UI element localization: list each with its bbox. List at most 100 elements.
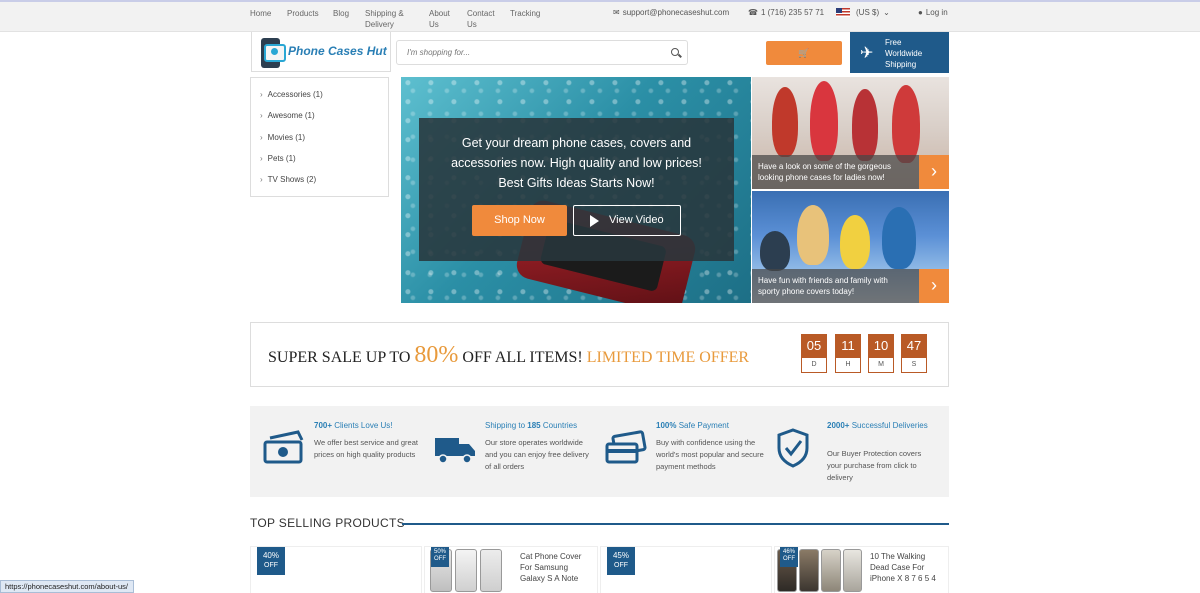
feature-title-text: Safe Payment bbox=[676, 421, 729, 430]
countdown-hours: 11 H bbox=[835, 334, 861, 373]
free-shipping-badge: ✈ Free Worldwide Shipping bbox=[850, 32, 949, 73]
money-stack-icon bbox=[263, 430, 304, 464]
hero-text: Get your dream phone cases, covers and a… bbox=[429, 133, 724, 193]
sale-headline: SUPER SALE UP TO 80% OFF ALL ITEMS! LIMI… bbox=[268, 342, 749, 369]
product-thumbnail bbox=[480, 549, 502, 592]
feature-title: 2000+ Successful Deliveries bbox=[827, 420, 942, 431]
product-card[interactable]: 50% OFF Cat Phone Cover For Samsung Gala… bbox=[424, 546, 598, 593]
logo-text: Phone Cases Hut bbox=[288, 44, 387, 58]
category-movies[interactable]: › Movies (1) bbox=[260, 133, 305, 142]
product-name-line: Cat Phone Cover bbox=[520, 552, 582, 561]
shipping-line-2: Worldwide bbox=[885, 49, 923, 58]
countdown-value: 47 bbox=[901, 334, 927, 358]
discount-off: OFF bbox=[434, 556, 446, 562]
heading-divider bbox=[402, 523, 949, 525]
countdown-seconds: 47 S bbox=[901, 334, 927, 373]
promo-caption-line-1: Have fun with friends and family with bbox=[758, 276, 888, 285]
discount-value: 50% bbox=[433, 549, 446, 555]
nav-about-us-link[interactable]: About Us bbox=[429, 8, 455, 30]
category-accessories[interactable]: › Accessories (1) bbox=[260, 90, 323, 99]
promo-caption-line-2: sporty phone covers today! bbox=[758, 287, 855, 296]
product-thumbnail bbox=[799, 549, 819, 592]
hero-overlay: Get your dream phone cases, covers and a… bbox=[419, 118, 734, 261]
contact-email[interactable]: ✉ support@phonecaseshut.com bbox=[613, 8, 729, 17]
sale-middle: OFF ALL ITEMS! bbox=[458, 349, 587, 366]
category-awesome[interactable]: › Awesome (1) bbox=[260, 111, 315, 120]
promo-sporty-covers[interactable]: Have fun with friends and family with sp… bbox=[752, 191, 949, 303]
product-thumbnail bbox=[843, 549, 862, 592]
nav-shipping-delivery-link[interactable]: Shipping & Delivery bbox=[365, 8, 405, 30]
countdown-value: 10 bbox=[868, 334, 894, 358]
credit-cards-icon bbox=[605, 430, 647, 464]
feature-title-prefix: Shipping to bbox=[485, 421, 528, 430]
discount-off: OFF bbox=[614, 562, 628, 569]
discount-badge: 50% OFF bbox=[431, 547, 449, 567]
promo-caption-line-2: looking phone cases for ladies now! bbox=[758, 173, 885, 182]
product-name-line: For Samsung bbox=[520, 563, 569, 572]
chevron-right-icon: › bbox=[260, 175, 263, 184]
nav-products-link[interactable]: Products bbox=[287, 8, 319, 19]
countdown-label: H bbox=[835, 358, 861, 373]
nav-home-link[interactable]: Home bbox=[250, 8, 271, 19]
feature-title-text: Clients Love Us! bbox=[332, 421, 393, 430]
login-link[interactable]: ● Log in bbox=[918, 8, 948, 17]
envelope-icon: ✉ bbox=[613, 8, 620, 17]
airplane-icon: ✈ bbox=[860, 45, 874, 62]
promo-caption-line-1: Have a look on some of the gorgeous bbox=[758, 162, 891, 171]
delivery-truck-icon bbox=[435, 438, 475, 464]
product-name[interactable]: 10 The Walking Dead Case For iPhone X 8 … bbox=[870, 551, 948, 584]
countdown-label: S bbox=[901, 358, 927, 373]
discount-value: 46% bbox=[782, 549, 795, 555]
user-icon: ● bbox=[918, 8, 923, 17]
product-name[interactable]: Cat Phone Cover For Samsung Galaxy S A N… bbox=[520, 551, 595, 584]
search-icon[interactable] bbox=[671, 48, 679, 56]
category-tv-shows[interactable]: › TV Shows (2) bbox=[260, 175, 316, 184]
product-card[interactable]: 45% OFF bbox=[600, 546, 772, 593]
feature-title-text: Countries bbox=[540, 421, 578, 430]
countdown-value: 05 bbox=[801, 334, 827, 358]
promo-ladies-cases[interactable]: Have a look on some of the gorgeous look… bbox=[752, 77, 949, 189]
nav-blog-link[interactable]: Blog bbox=[333, 8, 349, 19]
product-thumbnail bbox=[821, 549, 841, 592]
category-label: Awesome (1) bbox=[267, 111, 315, 120]
chevron-right-icon: › bbox=[260, 90, 263, 99]
chevron-down-icon: ⌄ bbox=[883, 8, 890, 17]
sale-limited-offer: LIMITED TIME OFFER bbox=[586, 349, 750, 366]
category-label: Accessories (1) bbox=[267, 90, 323, 99]
phone-logo-icon bbox=[261, 38, 286, 68]
chevron-right-icon[interactable]: › bbox=[919, 269, 949, 303]
shop-now-button[interactable]: Shop Now bbox=[472, 205, 567, 236]
feature-description: Buy with confidence using the world's mo… bbox=[656, 438, 764, 471]
countdown-label: M bbox=[868, 358, 894, 373]
cart-button[interactable]: 🛒 bbox=[766, 41, 842, 65]
promo-figure bbox=[840, 215, 870, 269]
category-label: Movies (1) bbox=[267, 133, 306, 142]
promo-figure bbox=[772, 87, 798, 157]
site-logo[interactable]: Phone Cases Hut bbox=[251, 32, 391, 72]
chevron-right-icon[interactable]: › bbox=[919, 155, 949, 189]
search-bar bbox=[396, 40, 688, 65]
chevron-right-icon: › bbox=[260, 133, 263, 142]
product-thumbnail bbox=[455, 549, 477, 592]
product-card[interactable]: 40% OFF bbox=[250, 546, 422, 593]
login-text: Log in bbox=[925, 8, 948, 17]
promo-figure bbox=[892, 85, 920, 163]
search-input[interactable] bbox=[397, 41, 667, 64]
promo-caption: Have fun with friends and family with sp… bbox=[752, 269, 919, 303]
play-icon bbox=[590, 215, 599, 227]
us-flag-icon bbox=[836, 8, 850, 18]
product-card[interactable]: 46% OFF 10 The Walking Dead Case For iPh… bbox=[774, 546, 949, 593]
features-strip: 700+ Clients Love Us! We offer best serv… bbox=[250, 406, 949, 497]
discount-badge: 40% OFF bbox=[257, 547, 285, 575]
category-pets[interactable]: › Pets (1) bbox=[260, 154, 296, 163]
view-video-button[interactable]: View Video bbox=[573, 205, 681, 236]
currency-selector[interactable]: (US $) ⌄ bbox=[836, 8, 890, 18]
feature-title-number: 2000+ bbox=[827, 421, 850, 430]
feature-title: 700+ Clients Love Us! bbox=[314, 420, 429, 431]
sale-prefix: SUPER SALE UP TO bbox=[268, 349, 415, 366]
nav-tracking-link[interactable]: Tracking bbox=[510, 8, 540, 19]
nav-contact-us-link[interactable]: Contact Us bbox=[467, 8, 499, 30]
phone-text: 1 (716) 235 57 71 bbox=[760, 8, 825, 17]
contact-phone[interactable]: ☎ 1 (716) 235 57 71 bbox=[748, 8, 824, 17]
category-label: Pets (1) bbox=[267, 154, 296, 163]
